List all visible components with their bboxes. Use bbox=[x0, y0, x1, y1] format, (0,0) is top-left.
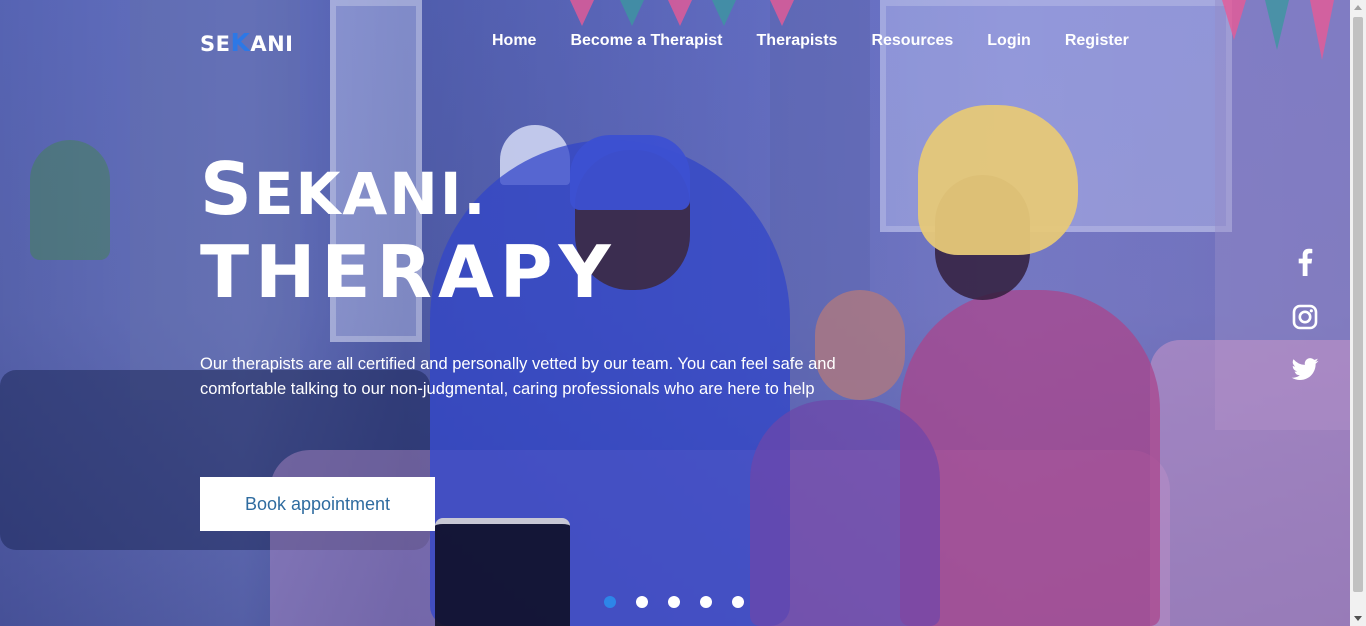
nav-home[interactable]: Home bbox=[492, 32, 536, 50]
instagram-icon[interactable] bbox=[1292, 304, 1318, 330]
nav-register[interactable]: Register bbox=[1065, 32, 1129, 50]
book-appointment-button[interactable]: Book appointment bbox=[200, 477, 435, 531]
hero-section: SEKANI Home Become a Therapist Therapist… bbox=[0, 0, 1350, 626]
arrow-down-icon bbox=[1354, 616, 1362, 621]
main-nav: Home Become a Therapist Therapists Resou… bbox=[492, 32, 1129, 50]
brand-logo[interactable]: SEKANI bbox=[200, 28, 294, 57]
photo-girl bbox=[750, 400, 940, 626]
brand-logo-prefix: SE bbox=[200, 32, 231, 56]
social-links bbox=[1288, 248, 1322, 382]
bunting-flag bbox=[1310, 0, 1334, 60]
bunting-flag bbox=[712, 0, 736, 26]
carousel-dot[interactable] bbox=[732, 596, 744, 608]
hero-description: Our therapists are all certified and per… bbox=[200, 355, 836, 398]
scroll-down-button[interactable] bbox=[1350, 610, 1366, 626]
hero-title-line2: THERAPY bbox=[200, 230, 617, 314]
carousel-indicators bbox=[604, 596, 744, 608]
page-scrollbar[interactable] bbox=[1350, 0, 1366, 626]
brand-logo-highlight: K bbox=[230, 28, 251, 57]
twitter-icon[interactable] bbox=[1291, 358, 1319, 382]
carousel-dot[interactable] bbox=[700, 596, 712, 608]
background-sofa bbox=[1150, 340, 1350, 626]
nav-login[interactable]: Login bbox=[987, 32, 1031, 50]
bunting-flag bbox=[1222, 0, 1246, 40]
bunting-flag bbox=[770, 0, 794, 26]
hero-title-line1: SEKANI. bbox=[200, 150, 617, 233]
arrow-up-icon bbox=[1354, 5, 1362, 10]
photo-drum bbox=[435, 518, 570, 626]
facebook-icon[interactable] bbox=[1297, 248, 1313, 276]
brand-logo-suffix: ANI bbox=[250, 32, 294, 56]
bunting-flag bbox=[570, 0, 594, 26]
photo-woman-headwrap bbox=[918, 105, 1078, 255]
nav-resources[interactable]: Resources bbox=[871, 32, 953, 50]
carousel-dot[interactable] bbox=[636, 596, 648, 608]
hero-title: SEKANI. THERAPY bbox=[200, 150, 617, 311]
scroll-up-button[interactable] bbox=[1350, 0, 1366, 16]
bunting-flag bbox=[1265, 0, 1289, 50]
hero-title-initial: S bbox=[200, 147, 254, 231]
background-plant bbox=[30, 140, 110, 260]
nav-become-therapist[interactable]: Become a Therapist bbox=[570, 32, 722, 50]
carousel-dot[interactable] bbox=[604, 596, 616, 608]
bunting-flag bbox=[668, 0, 692, 26]
nav-therapists[interactable]: Therapists bbox=[757, 32, 838, 50]
hero-title-rest: EKANI. bbox=[253, 160, 488, 228]
bunting-flag bbox=[620, 0, 644, 26]
carousel-dot[interactable] bbox=[668, 596, 680, 608]
scrollbar-thumb[interactable] bbox=[1353, 17, 1363, 592]
